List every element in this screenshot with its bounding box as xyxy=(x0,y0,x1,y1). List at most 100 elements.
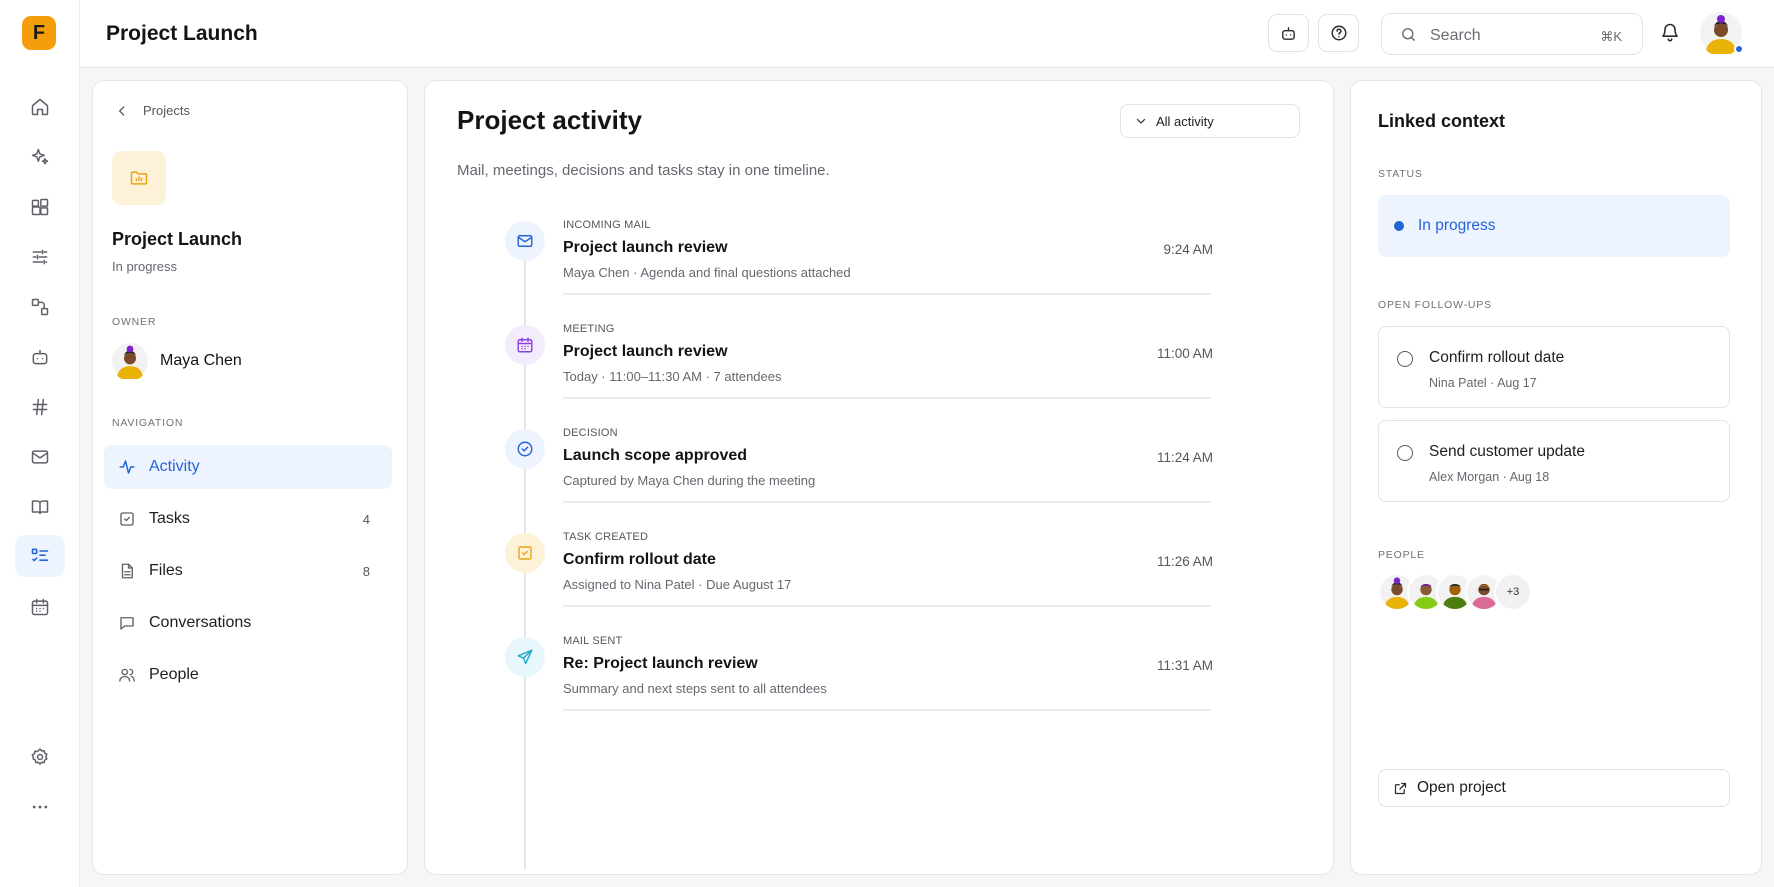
chevron-left-icon xyxy=(119,105,125,116)
project-name: Project Launch xyxy=(112,229,243,249)
rail-docs-button[interactable] xyxy=(15,486,65,528)
nav-item-tasks[interactable]: Tasks 4 xyxy=(104,497,392,541)
check-circle-icon xyxy=(505,429,545,469)
sparkle-icon xyxy=(31,148,49,165)
open-project-label: Open project xyxy=(1417,779,1506,796)
nav-item-people[interactable]: People xyxy=(104,653,392,697)
timeline-item[interactable]: TASK CREATED Confirm rollout date 11:26 … xyxy=(425,521,1335,625)
timeline-item-title: Project launch review xyxy=(563,239,728,256)
timeline-item-meta: Today · 11:00–11:30 AM · 7 attendees xyxy=(563,369,782,384)
calendar-icon xyxy=(31,598,49,616)
people-icon xyxy=(119,668,135,682)
search-placeholder: Search xyxy=(1430,27,1481,44)
timeline-item-meta: Maya Chen · Agenda and final questions a… xyxy=(563,265,851,280)
timeline-item[interactable]: INCOMING MAIL Project launch review 9:24… xyxy=(425,209,1335,313)
timeline-item-kind: INCOMING MAIL xyxy=(563,219,651,231)
project-sidebar: Projects Project Launch In progress OWNE… xyxy=(92,80,408,875)
help-button[interactable] xyxy=(1318,14,1359,52)
rail-more-button[interactable] xyxy=(15,786,65,828)
followup-card[interactable]: Send customer update Alex Morgan · Aug 1… xyxy=(1378,420,1730,502)
nav-item-activity[interactable]: Activity xyxy=(104,445,392,489)
file-icon xyxy=(121,563,133,579)
rail-channels-button[interactable] xyxy=(15,386,65,428)
user-avatar[interactable] xyxy=(1700,12,1744,54)
timeline-item[interactable]: MEETING Project launch review 11:00 AM T… xyxy=(425,313,1335,417)
followup-checkbox[interactable] xyxy=(1397,351,1413,367)
nav-item-label: People xyxy=(149,666,199,683)
rail-settings-button[interactable] xyxy=(15,736,65,778)
grid-plus-icon xyxy=(31,198,49,216)
chat-icon xyxy=(120,617,134,630)
external-link-icon xyxy=(1394,782,1407,794)
timeline-item-meta: Summary and next steps sent to all atten… xyxy=(563,681,827,696)
rail-home-button[interactable] xyxy=(15,86,65,128)
nav-item-label: Conversations xyxy=(149,614,252,631)
navigation-heading: NAVIGATION xyxy=(112,417,184,429)
rail-calendar-button[interactable] xyxy=(15,586,65,628)
rail-apps-button[interactable] xyxy=(15,186,65,228)
checkbox-icon xyxy=(120,512,134,526)
activity-filter-dropdown[interactable]: All activity xyxy=(1120,104,1300,138)
project-status: In progress xyxy=(112,259,178,274)
owner-row[interactable]: Maya Chen xyxy=(112,343,242,379)
rail-workflows-button[interactable] xyxy=(15,286,65,328)
back-to-projects-link[interactable]: Projects xyxy=(115,103,190,118)
linked-context-panel: Linked context STATUS In progress OPEN F… xyxy=(1350,80,1762,875)
mail-icon xyxy=(505,221,545,261)
filter-label: All activity xyxy=(1156,113,1214,129)
timeline-item-meta: Captured by Maya Chen during the meeting xyxy=(563,473,816,488)
followup-meta: Alex Morgan · Aug 18 xyxy=(1429,470,1550,484)
timeline-divider xyxy=(563,397,1211,399)
timeline-item-title: Project launch review xyxy=(563,343,728,360)
rail-filters-button[interactable] xyxy=(15,236,65,278)
nav-item-conversations[interactable]: Conversations xyxy=(104,601,392,645)
timeline-item[interactable]: DECISION Launch scope approved 11:24 AM … xyxy=(425,417,1335,521)
timeline-item-kind: DECISION xyxy=(563,427,618,439)
icon-rail: F xyxy=(0,0,80,887)
nav-item-count: 4 xyxy=(362,511,370,527)
linked-context-title: Linked context xyxy=(1378,111,1506,131)
sliders-icon xyxy=(32,249,48,265)
rail-ai-button[interactable] xyxy=(15,136,65,178)
page-title: Project Launch xyxy=(106,22,258,45)
people-heading: PEOPLE xyxy=(1378,549,1425,561)
hash-icon xyxy=(32,398,48,416)
status-badge[interactable]: In progress xyxy=(1378,195,1730,257)
activity-title: Project activity xyxy=(457,105,642,135)
folder-chart-icon xyxy=(130,171,148,185)
timeline-item-time: 11:31 AM xyxy=(1156,658,1213,673)
tasks-list-icon xyxy=(31,548,49,562)
back-label: Projects xyxy=(143,103,190,118)
mail-icon xyxy=(31,450,49,464)
owner-avatar xyxy=(112,343,148,379)
rail-mail-button[interactable] xyxy=(15,436,65,478)
assistant-button[interactable] xyxy=(1268,14,1309,52)
send-icon xyxy=(505,637,545,677)
timeline-item-time: 9:24 AM xyxy=(1163,242,1213,257)
status-value: In progress xyxy=(1418,217,1496,234)
top-bar: Project Launch Search ⌘K xyxy=(80,0,1774,68)
search-input[interactable]: Search ⌘K xyxy=(1381,13,1643,55)
rail-bot-button[interactable] xyxy=(15,336,65,378)
people-avatars[interactable]: +3 xyxy=(1378,573,1532,611)
more-people-badge[interactable]: +3 xyxy=(1494,573,1532,611)
bell-icon xyxy=(1662,23,1678,42)
app-logo[interactable]: F xyxy=(22,16,56,50)
timeline-divider xyxy=(563,709,1211,711)
timeline-item-title: Launch scope approved xyxy=(563,447,748,464)
open-project-button[interactable]: Open project xyxy=(1378,769,1730,807)
nav-item-files[interactable]: Files 8 xyxy=(104,549,392,593)
settings-icon xyxy=(31,748,48,766)
followup-checkbox[interactable] xyxy=(1397,445,1413,461)
followup-card[interactable]: Confirm rollout date Nina Patel · Aug 17 xyxy=(1378,326,1730,408)
followups-heading: OPEN FOLLOW-UPS xyxy=(1378,299,1492,311)
timeline-divider xyxy=(563,605,1211,607)
rail-tasks-button[interactable] xyxy=(15,535,65,577)
timeline-item[interactable]: MAIL SENT Re: Project launch review 11:3… xyxy=(425,625,1335,729)
chevron-down-icon xyxy=(1136,118,1146,124)
followup-meta: Nina Patel · Aug 17 xyxy=(1429,376,1537,390)
notifications-button[interactable] xyxy=(1660,22,1680,42)
nav-item-label: Files xyxy=(149,562,183,579)
home-icon xyxy=(31,98,49,116)
timeline-item-meta: Assigned to Nina Patel · Due August 17 xyxy=(563,577,792,592)
